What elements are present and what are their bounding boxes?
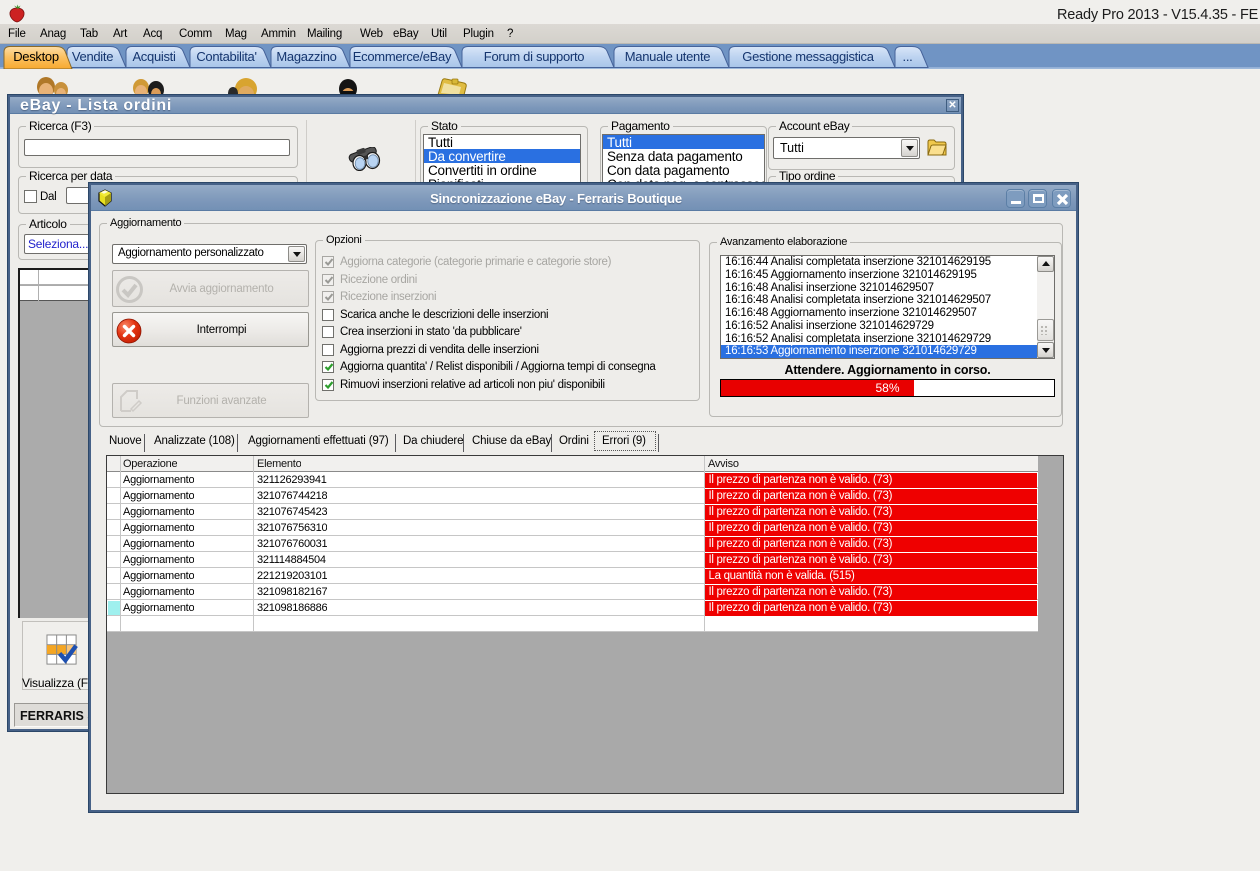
svg-text:Forum di supporto: Forum di supporto [484,49,584,64]
svg-text:Contabilita': Contabilita' [196,49,256,64]
svg-text:Ecommerce/eBay: Ecommerce/eBay [353,49,452,64]
svg-text:Vendite: Vendite [72,49,113,64]
svg-text:Desktop: Desktop [13,49,59,64]
svg-text:Manuale utente: Manuale utente [625,49,710,64]
svg-text:Gestione messaggistica: Gestione messaggistica [742,49,874,64]
svg-text:Magazzino: Magazzino [276,49,336,64]
svg-text:Acquisti: Acquisti [132,49,176,64]
svg-text:...: ... [903,49,913,64]
